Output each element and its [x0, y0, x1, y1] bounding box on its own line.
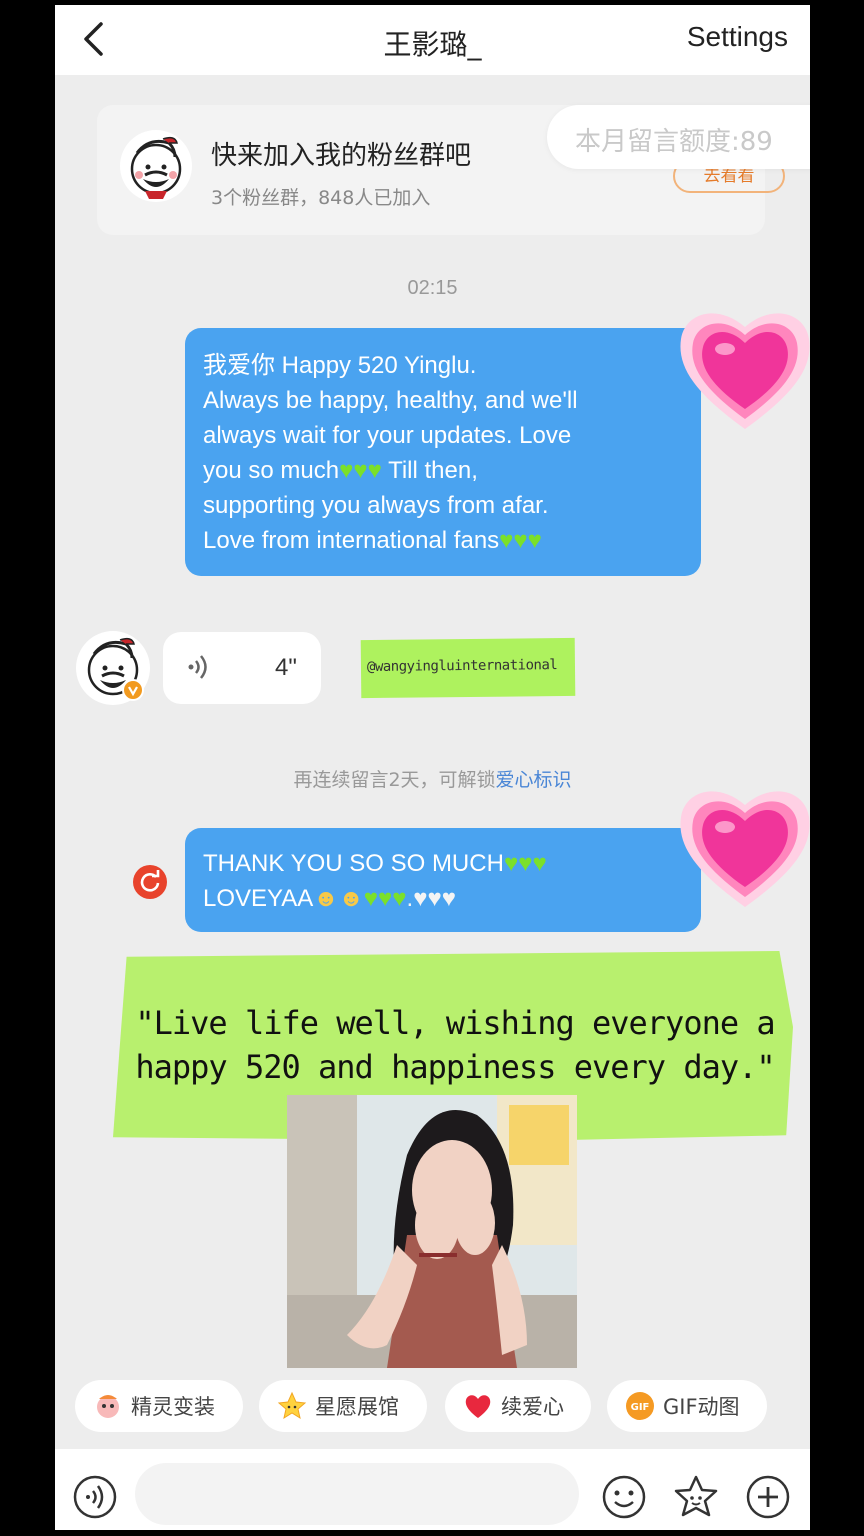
chip-fairy-dressup[interactable]: 精灵变装 [75, 1380, 243, 1432]
plus-icon[interactable] [745, 1474, 791, 1520]
fan-group-title: 快来加入我的粉丝群吧 [211, 141, 472, 171]
green-heart-icon: ♥♥♥ [339, 457, 382, 484]
portrait-photo [287, 1095, 577, 1368]
top-bar: 王影璐_ Settings [55, 5, 810, 75]
sound-wave-icon [188, 655, 207, 679]
message-text: Till then, [381, 457, 478, 484]
sent-message-bubble[interactable]: 我爱你 Happy 520 Yinglu. Always be happy, h… [185, 328, 701, 576]
message-text: THANK YOU SO SO MUCH [203, 850, 504, 877]
message-quota-badge: 本月留言额度:89 [547, 105, 810, 169]
message-input-bar [55, 1449, 810, 1530]
pink-heart-icon [680, 313, 810, 429]
quote-text: "Live life well, wishing everyone a happ… [135, 1004, 775, 1086]
settings-button[interactable]: Settings [687, 21, 788, 53]
avatar [120, 130, 192, 202]
voice-duration: 4" [275, 654, 297, 681]
chip-renew-heart[interactable]: 续爱心 [445, 1380, 591, 1432]
message-line: Always be happy, healthy, and we'll [203, 387, 578, 414]
message-line: always wait for your updates. Love [203, 422, 572, 449]
pleading-face-icon: ☻☻ [313, 885, 364, 912]
watermark-text: @wangyingluinternational [366, 657, 558, 676]
avatar[interactable] [75, 630, 151, 706]
fan-group-subtitle: 3个粉丝群，848人已加入 [211, 187, 431, 209]
emoji-icon[interactable] [601, 1474, 647, 1520]
resend-icon[interactable] [133, 865, 167, 899]
gif-icon: GIF [626, 1392, 654, 1420]
chip-label: 精灵变装 [131, 1395, 215, 1419]
message-line: you so much♥♥♥ Till then, [203, 453, 683, 488]
message-input[interactable] [135, 1463, 579, 1525]
chip-label: GIF动图 [663, 1395, 740, 1419]
chat-screen: 王影璐_ Settings 快来加入我的粉丝群吧 3个粉丝群，848人已加入 去… [55, 5, 810, 1530]
sent-message-bubble[interactable]: THANK YOU SO SO MUCH♥♥♥ LOVEYAA☻☻♥♥♥.♥♥♥ [185, 828, 701, 932]
white-heart-icon: .♥♥♥ [406, 885, 456, 912]
svg-text:GIF: GIF [631, 1402, 650, 1413]
star-face-icon[interactable] [673, 1474, 719, 1520]
chip-label: 星愿展馆 [315, 1395, 399, 1419]
voice-input-icon[interactable] [73, 1475, 117, 1519]
star-icon [277, 1391, 307, 1420]
green-heart-icon: ♥♥♥ [363, 885, 407, 912]
watermark-label: @wangyingluinternational [360, 637, 576, 699]
chip-label: 续爱心 [501, 1395, 564, 1419]
message-line: THANK YOU SO SO MUCH♥♥♥ [203, 846, 683, 881]
hint-text: 再连续留言2天，可解锁 [293, 769, 496, 791]
photo-illustration [287, 1095, 577, 1368]
message-line: 我爱你 Happy 520 Yinglu. [203, 352, 477, 379]
pink-heart-icon [680, 791, 810, 907]
message-text: Love from international fans [203, 527, 500, 554]
refresh-icon [140, 870, 160, 892]
message-text: LOVEYAA [203, 885, 314, 912]
message-line: LOVEYAA☻☻♥♥♥.♥♥♥ [203, 881, 683, 916]
chip-star-gallery[interactable]: 星愿展馆 [259, 1380, 427, 1432]
heart-badge-link[interactable]: 爱心标识 [496, 769, 572, 791]
fairy-icon [97, 1395, 119, 1418]
message-line: supporting you always from afar. [203, 492, 549, 519]
quota-text: 本月留言额度:89 [575, 127, 773, 157]
chip-gif[interactable]: GIF GIF动图 [607, 1380, 767, 1432]
green-heart-icon: ♥♥♥ [499, 527, 542, 554]
message-text: you so much [203, 457, 340, 484]
green-heart-icon: ♥♥♥ [503, 850, 547, 877]
heart-icon [465, 1395, 491, 1418]
message-line: Love from international fans♥♥♥ [203, 523, 683, 558]
voice-message-bubble[interactable]: 4" [163, 632, 321, 704]
